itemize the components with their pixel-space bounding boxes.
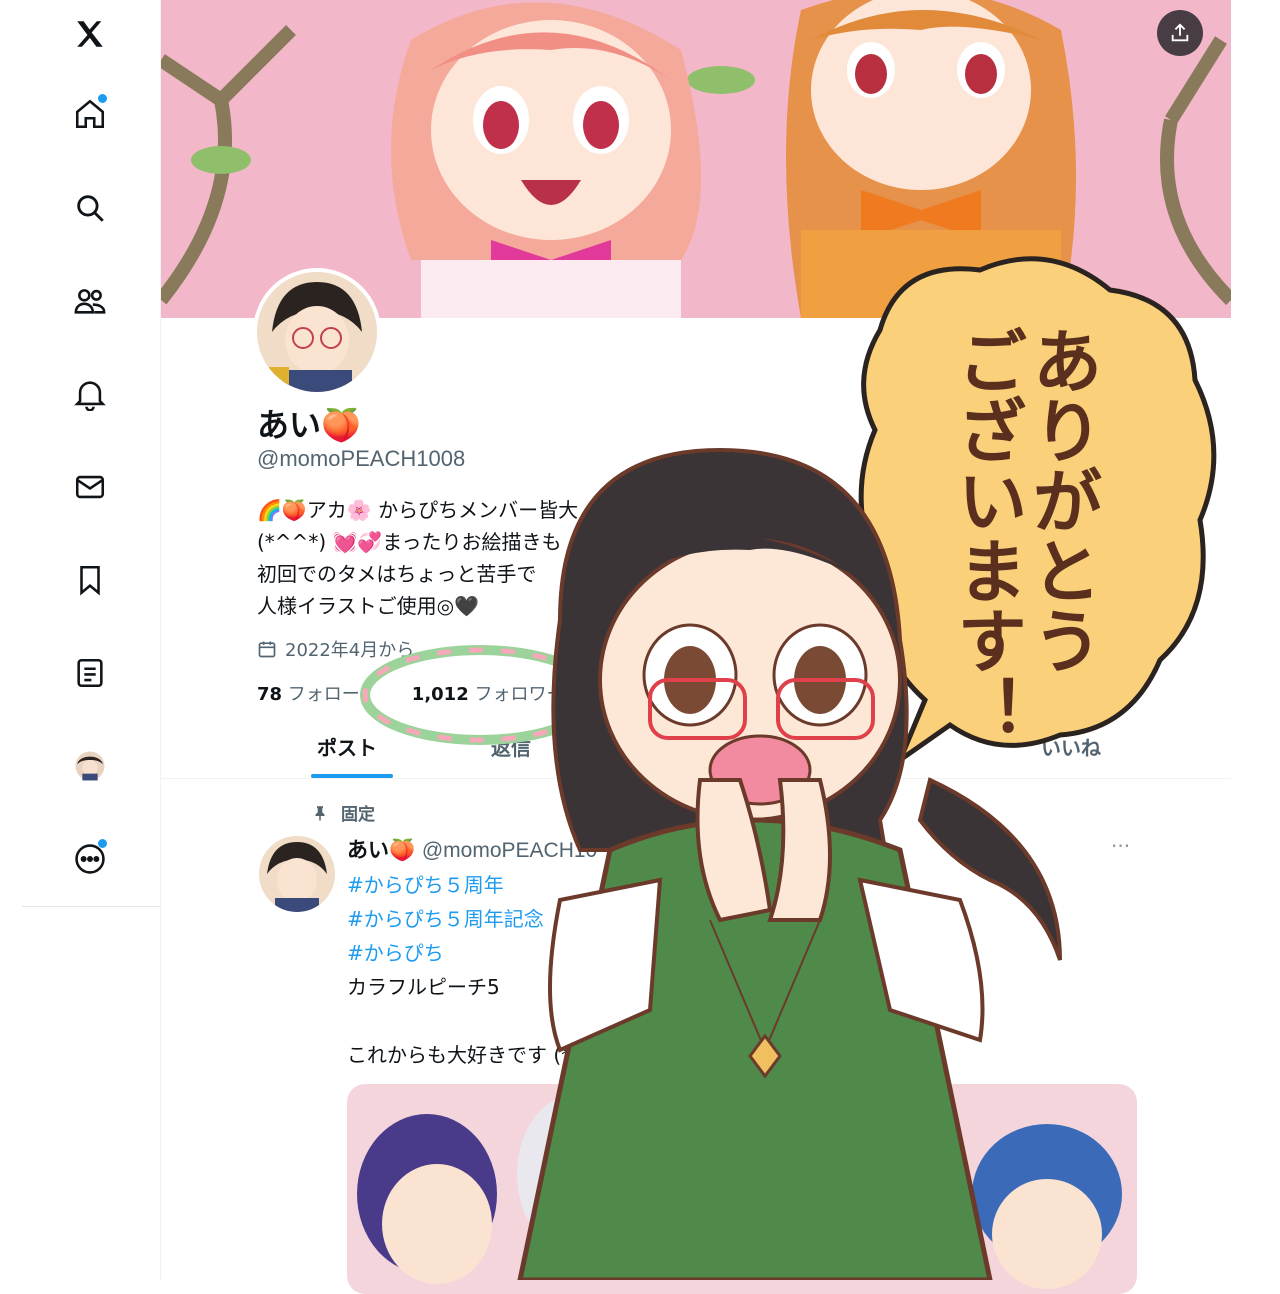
post-author-name[interactable]: あい🍑 (347, 839, 415, 862)
tab-replies[interactable]: 返信 (491, 732, 531, 761)
following-count: 78 (257, 684, 283, 705)
post-text-line: これからも大好きです (*'∇'*) (347, 1043, 614, 1067)
followers-count: 1,012 (411, 684, 469, 705)
active-tab-indicator (311, 774, 393, 778)
share-button[interactable] (1157, 10, 1203, 56)
calendar-icon (258, 641, 276, 658)
bio-line: 🌈🍑アカ🌸 からぴちメンバー皆大 (257, 498, 579, 522)
joined-date: 2022年4月から (257, 636, 414, 662)
profile-avatar-icon[interactable] (70, 746, 110, 786)
sidebar (0, 0, 161, 1280)
post-author-avatar[interactable] (259, 836, 335, 912)
hashtag-link[interactable]: #からぴち (347, 936, 613, 970)
lists-icon[interactable] (70, 653, 110, 693)
post-more-button[interactable]: ··· (1111, 834, 1130, 858)
speech-bubble-line-2: ございます！ (946, 325, 1028, 745)
followers-label: フォロワー (474, 684, 565, 705)
profile-avatar[interactable] (253, 268, 381, 396)
post-text-line: カラフルピーチ5 (347, 975, 500, 999)
post-author-handle[interactable]: @momoPEACH10 (422, 839, 597, 862)
hashtag-link[interactable]: #からぴち５周年記念 (347, 902, 613, 936)
hashtag-link[interactable]: #からぴち５周年 (347, 868, 613, 902)
profile-handle: @momoPEACH1008 (257, 446, 466, 471)
tab-likes[interactable]: いいね (1041, 732, 1101, 761)
pin-icon (315, 805, 325, 820)
communities-icon[interactable] (70, 281, 110, 321)
share-icon (1171, 23, 1189, 42)
x-logo-icon[interactable] (70, 14, 110, 54)
notification-dot (98, 94, 107, 103)
post-media-image[interactable] (347, 1084, 1137, 1294)
post-header: あい🍑 @momoPEACH10 (347, 834, 597, 864)
following-label: フォロー (287, 684, 360, 705)
tab-posts[interactable]: ポスト (317, 732, 377, 761)
notification-dot (98, 839, 107, 848)
follow-stats: 78 フォロー 1,012 フォロワー (257, 680, 564, 706)
post-text: #からぴち５周年 #からぴち５周年記念 #からぴち カラフルピーチ5 これからも… (347, 868, 613, 1072)
bio-line: (*^^*) 💓💞まったりお絵描きも (257, 530, 562, 554)
joined-text: 2022年4月から (285, 640, 415, 661)
speech-bubble-line-1: ありがとう (1021, 325, 1103, 675)
search-icon[interactable] (70, 188, 110, 228)
bookmark-icon[interactable] (70, 560, 110, 600)
pinned-label: 固定 (341, 805, 375, 825)
post-text-line (347, 1004, 613, 1038)
sidebar-divider (22, 906, 160, 907)
bio-line: 初回でのタメはちょっと苦手で (257, 562, 537, 586)
pinned-indicator: 固定 (311, 800, 375, 825)
profile-tabs: ポスト 返信 いいね (161, 720, 1231, 779)
home-icon[interactable] (70, 94, 110, 134)
bell-icon[interactable] (70, 374, 110, 414)
following-link[interactable]: 78 フォロー (257, 680, 360, 706)
profile-display-name: あい🍑 (257, 407, 361, 443)
more-circle-icon[interactable] (70, 839, 110, 879)
profile-bio: 🌈🍑アカ🌸 からぴちメンバー皆大 (*^^*) 💓💞まったりお絵描きも 初回での… (257, 494, 857, 622)
bio-line: 人様イラストご使用◎🖤 (257, 594, 479, 618)
mail-icon[interactable] (70, 467, 110, 507)
followers-link[interactable]: 1,012 フォロワー (412, 680, 565, 706)
